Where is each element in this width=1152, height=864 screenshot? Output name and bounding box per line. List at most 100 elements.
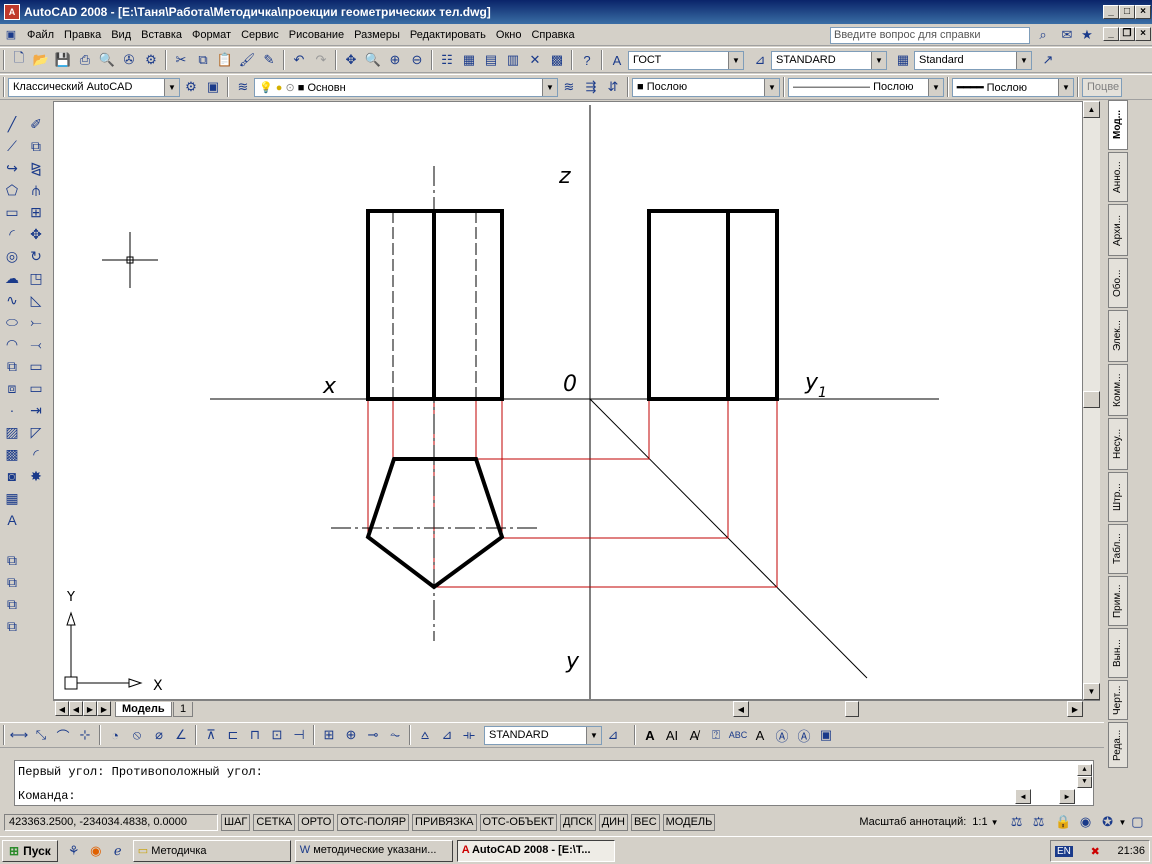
- dim-style-manager-icon[interactable]: ⊿: [603, 725, 623, 745]
- break-icon[interactable]: ▭: [26, 378, 46, 398]
- properties-icon[interactable]: ☷: [437, 50, 457, 70]
- maximize-button[interactable]: □: [1119, 5, 1135, 19]
- task-autocad[interactable]: A AutoCAD 2008 - [E:\Т...: [456, 839, 615, 862]
- layer-tool-2-icon[interactable]: ⧉: [2, 572, 22, 592]
- clock[interactable]: 21:36: [1117, 845, 1145, 857]
- multiline-text-icon[interactable]: A: [2, 510, 22, 530]
- jogged-dim-icon[interactable]: ⦸: [127, 725, 147, 745]
- design-center-icon[interactable]: ▦: [459, 50, 479, 70]
- palette-tab-communication[interactable]: Комм...: [1108, 364, 1128, 416]
- help-search-input[interactable]: Введите вопрос для справки: [830, 27, 1030, 44]
- polar-toggle[interactable]: ОТС-ПОЛЯР: [337, 813, 410, 831]
- coordinates-readout[interactable]: 423363.2500, -234034.4838, 0.0000: [4, 813, 218, 831]
- undo-icon[interactable]: ↶: [289, 50, 309, 70]
- hscroll-right-icon[interactable]: ▶: [1067, 701, 1083, 717]
- plot-preview-icon[interactable]: 🔍: [97, 50, 117, 70]
- doc-restore-button[interactable]: ❐: [1119, 27, 1135, 41]
- zoom-realtime-icon[interactable]: 🔍: [363, 50, 383, 70]
- dim-edit-icon[interactable]: ⩟: [415, 725, 435, 745]
- favorites-icon[interactable]: ★: [1077, 25, 1097, 45]
- palette-tab-structural[interactable]: Несу...: [1108, 418, 1128, 470]
- layer-previous-icon[interactable]: ⇶: [581, 77, 601, 97]
- annotation-scale-value[interactable]: 1:1: [972, 816, 987, 828]
- menu-draw[interactable]: Рисование: [284, 29, 349, 41]
- dyn-toggle[interactable]: ДИН: [598, 813, 629, 831]
- dim-space-icon[interactable]: ⊡: [267, 725, 287, 745]
- plot-style-select[interactable]: Поцве: [1082, 77, 1122, 97]
- move-icon[interactable]: ✥: [26, 224, 46, 244]
- text-style-manager-icon[interactable]: A: [750, 725, 770, 745]
- hscroll-left-icon[interactable]: ◀: [733, 701, 749, 717]
- ie-icon[interactable]: ℯ: [108, 841, 128, 861]
- tolerance-icon[interactable]: ⊞: [319, 725, 339, 745]
- ortho-toggle[interactable]: ОРТО: [298, 813, 335, 831]
- dim-text-edit-icon[interactable]: ⊿: [437, 725, 457, 745]
- revision-cloud-icon[interactable]: ☁: [2, 268, 22, 288]
- markup-icon[interactable]: ✕: [525, 50, 545, 70]
- dim-update-icon[interactable]: ⟛: [459, 725, 479, 745]
- model-toggle[interactable]: МОДЕЛЬ: [662, 813, 716, 831]
- layer-states-icon[interactable]: ⇵: [603, 77, 623, 97]
- lock-icon[interactable]: 🔒: [1054, 812, 1074, 832]
- first-tab-icon[interactable]: ◀: [55, 701, 69, 716]
- spell-check-icon[interactable]: ABC: [728, 725, 748, 745]
- menu-help[interactable]: Справка: [526, 29, 579, 41]
- communication-center-icon[interactable]: ◉: [1076, 812, 1096, 832]
- auto-scale-icon[interactable]: ⚖: [1029, 812, 1049, 832]
- menu-edit[interactable]: Правка: [59, 29, 106, 41]
- zoom-window-icon[interactable]: ⊕: [385, 50, 405, 70]
- palette-tab-architectural[interactable]: Архи...: [1108, 204, 1128, 256]
- annotation-visibility-icon[interactable]: ⚖: [1007, 812, 1027, 832]
- array-icon[interactable]: ⊞: [26, 202, 46, 222]
- open-icon[interactable]: 📂: [31, 50, 51, 70]
- justify-text-icon[interactable]: Ⓐ: [794, 725, 814, 745]
- layer-properties-icon[interactable]: ≋: [233, 77, 253, 97]
- close-button[interactable]: ×: [1135, 5, 1151, 19]
- task-word[interactable]: W методические указани...: [294, 839, 453, 862]
- ellipse-icon[interactable]: ⬭: [2, 312, 22, 332]
- hatch-icon[interactable]: ▨: [2, 422, 22, 442]
- tool-palettes-icon[interactable]: ▤: [481, 50, 501, 70]
- ducs-toggle[interactable]: ДПСК: [559, 813, 596, 831]
- vertical-scrollbar[interactable]: ▲ ▼: [1083, 101, 1100, 700]
- publish-icon[interactable]: ✇: [119, 50, 139, 70]
- minimize-button[interactable]: _: [1103, 5, 1119, 19]
- menu-file[interactable]: Файл: [22, 29, 59, 41]
- next-tab-icon[interactable]: ▶: [83, 701, 97, 716]
- make-block-icon[interactable]: ⧈: [2, 378, 22, 398]
- zoom-previous-icon[interactable]: ⊖: [407, 50, 427, 70]
- text-style-select[interactable]: ГОСТ ▼: [628, 50, 744, 70]
- spline-icon[interactable]: ∿: [2, 290, 22, 310]
- sheet-set-icon[interactable]: ▥: [503, 50, 523, 70]
- chamfer-icon[interactable]: ◸: [26, 422, 46, 442]
- calculator-icon[interactable]: ▩: [547, 50, 567, 70]
- scroll-down-icon[interactable]: ▼: [1083, 683, 1100, 700]
- arc-icon[interactable]: ◜: [2, 224, 22, 244]
- scroll-thumb[interactable]: [1083, 391, 1100, 408]
- palette-tab-hatch[interactable]: Штр...: [1108, 472, 1128, 522]
- 3d-publish-icon[interactable]: ⚙: [141, 50, 161, 70]
- clean-screen-icon[interactable]: ▢: [1127, 812, 1147, 832]
- palette-tab-modify[interactable]: Реда...: [1108, 722, 1128, 768]
- make-current-layer-icon[interactable]: ≋: [559, 77, 579, 97]
- point-icon[interactable]: ·: [2, 400, 22, 420]
- snap-toggle[interactable]: ШАГ: [221, 813, 251, 831]
- fillet-icon[interactable]: ◜: [26, 444, 46, 464]
- extend-icon[interactable]: ⤙: [26, 334, 46, 354]
- text-style-icon[interactable]: A: [607, 50, 627, 70]
- polyline-icon[interactable]: ↪: [2, 158, 22, 178]
- osnap-toggle[interactable]: ПРИВЯЗКА: [412, 813, 477, 831]
- region-icon[interactable]: ◙: [2, 466, 22, 486]
- single-line-text-icon[interactable]: AI: [662, 725, 682, 745]
- command-prompt[interactable]: Команда:: [18, 788, 76, 805]
- dim-style-select-2[interactable]: STANDARD ▼: [484, 725, 602, 745]
- communication-icon[interactable]: ✉: [1057, 25, 1077, 45]
- cmd-scroll-up-icon[interactable]: ▲: [1077, 764, 1092, 776]
- dim-style-select[interactable]: STANDARD ▼: [771, 50, 887, 70]
- copy-icon[interactable]: ⧉: [193, 50, 213, 70]
- lineweight-select[interactable]: ━━━━ Послою ▼: [952, 77, 1074, 97]
- palette-tab-equipment[interactable]: Обо...: [1108, 258, 1128, 308]
- trim-icon[interactable]: ⤚: [26, 312, 46, 332]
- paste-icon[interactable]: 📋: [215, 50, 235, 70]
- scale-icon[interactable]: ◳: [26, 268, 46, 288]
